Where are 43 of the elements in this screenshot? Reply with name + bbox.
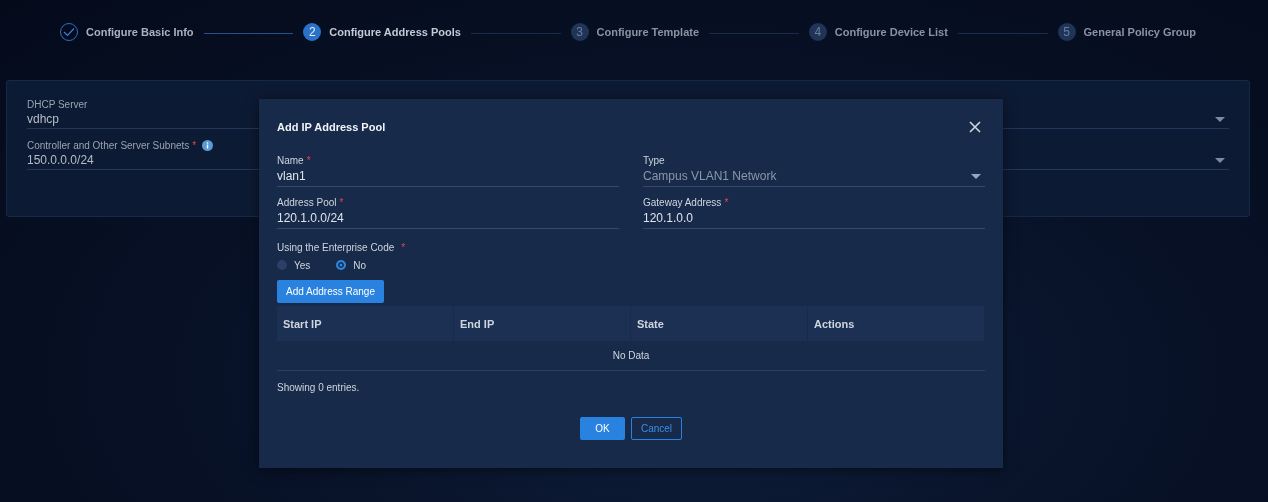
radio-label: No	[353, 259, 367, 271]
required-mark: *	[339, 197, 344, 208]
caret-icon	[1215, 116, 1225, 122]
field-label: DHCP Server	[27, 99, 88, 110]
input-field[interactable]: 120.1.0.0	[643, 208, 985, 229]
radio-button[interactable]	[336, 260, 347, 270]
close-icon[interactable]	[969, 121, 981, 133]
column-header: Start IP	[277, 306, 454, 341]
step-label[interactable]: Configure Address Pools	[329, 26, 461, 38]
step-number: 5	[1057, 23, 1076, 41]
required-mark: *	[192, 140, 197, 151]
select-field[interactable]: Campus VLAN1 Network	[643, 166, 985, 187]
dialog-title: Add IP Address Pool	[277, 121, 386, 133]
field-label: Name	[277, 155, 304, 166]
field-label: Gateway Address	[643, 197, 722, 208]
step-number: 2	[303, 23, 322, 41]
step-label[interactable]: Configure Basic Info	[86, 26, 194, 38]
field-label: Type	[643, 155, 665, 166]
step-number: 4	[808, 23, 827, 41]
step-label[interactable]: Configure Device List	[834, 26, 948, 38]
column-header: Actions	[808, 306, 985, 341]
field-label: Using the Enterprise Code	[277, 242, 395, 253]
caret-icon	[1215, 157, 1225, 163]
field-label: Address Pool	[277, 197, 337, 208]
caret-icon	[971, 173, 981, 179]
cancel-button[interactable]: Cancel	[630, 417, 683, 440]
field-label: Controller and Other Server Subnets	[27, 140, 190, 151]
ok-button[interactable]: OK	[579, 417, 625, 440]
required-mark: *	[306, 155, 311, 166]
radio-button[interactable]	[277, 260, 287, 270]
radio-label: Yes	[294, 259, 311, 271]
step-label[interactable]: Configure Template	[596, 26, 700, 38]
input-field[interactable]: vlan1	[277, 166, 619, 187]
required-mark: *	[401, 242, 406, 253]
empty-message: No Data	[612, 350, 650, 361]
add-range-button[interactable]: Add Address Range	[277, 280, 384, 303]
column-header: State	[631, 306, 808, 341]
step-number: 3	[570, 23, 589, 41]
step-label[interactable]: General Policy Group	[1083, 26, 1197, 38]
input-field[interactable]: 120.1.0.0/24	[277, 208, 619, 229]
column-header: End IP	[454, 306, 631, 341]
required-mark: *	[724, 197, 729, 208]
entries-count: Showing 0 entries.	[277, 382, 361, 393]
